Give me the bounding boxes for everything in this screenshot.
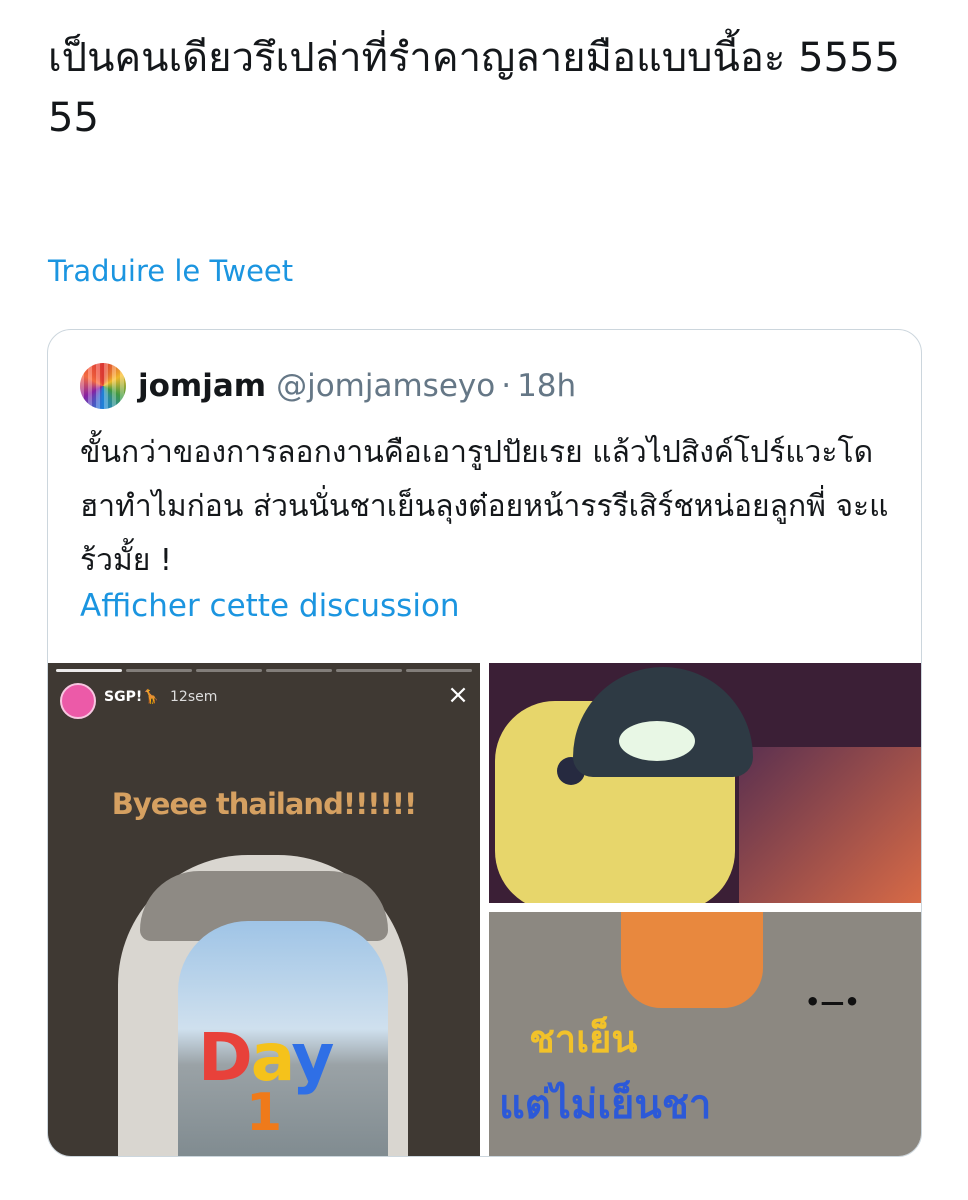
bear-lamp-image[interactable] (489, 663, 921, 903)
tweet-timestamp[interactable]: 18h (517, 368, 576, 404)
handwriting-line-2: แต่ไม่เย็นชา (499, 1082, 712, 1128)
tweet-text: เป็นคนเดียวรึเปล่าที่รำคาญลายมือแบบนี้อะ… (48, 35, 900, 141)
author-name[interactable]: jomjam (138, 368, 266, 404)
close-icon: × (447, 680, 469, 710)
separator-dot: · (501, 368, 512, 404)
author-handle[interactable]: @jomjamseyo (276, 368, 495, 404)
media-grid: SGP!🦒 12sem × Byeee thailand!!!!!! Day 1… (48, 663, 921, 1156)
quoted-tweet-header: jomjam @jomjamseyo · 18h (80, 362, 576, 410)
face-doodle: •—• (805, 988, 860, 1016)
story-progress-bar (56, 669, 472, 672)
thai-tea-cup (621, 912, 763, 1008)
story-screenshot-image[interactable]: SGP!🦒 12sem × Byeee thailand!!!!!! Day 1 (48, 663, 480, 1156)
translate-tweet-link[interactable]: Traduire le Tweet (48, 254, 293, 288)
story-caption: Byeee thailand!!!!!! (111, 787, 417, 821)
thai-tea-image[interactable]: •—• ชาเย็น แต่ไม่เย็นชา (489, 912, 921, 1156)
lamp-bulb (619, 721, 695, 761)
mall-background (739, 747, 921, 903)
story-username: SGP!🦒 (104, 689, 160, 705)
story-avatar (60, 683, 96, 719)
quoted-tweet-text: ขั้นกว่าของการลอกงานคือเอารูปปัยเรย แล้ว… (80, 435, 889, 578)
quoted-tweet-card[interactable]: jomjam @jomjamseyo · 18h ขั้นกว่าของการล… (47, 329, 922, 1157)
story-time: 12sem (170, 689, 218, 705)
show-thread-link[interactable]: Afficher cette discussion (80, 588, 460, 624)
day-number: 1 (246, 1083, 283, 1143)
avatar[interactable] (80, 363, 126, 409)
handwriting-line-1: ชาเย็น (529, 1017, 638, 1061)
